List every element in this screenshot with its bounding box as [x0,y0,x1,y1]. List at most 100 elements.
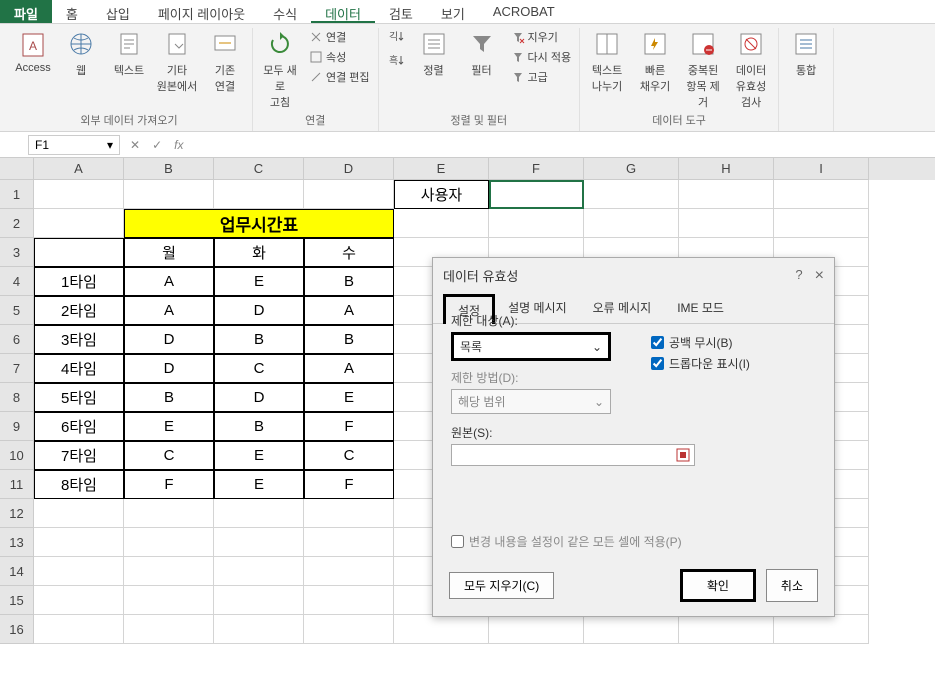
cell[interactable]: A [304,296,394,325]
cell[interactable]: 7타임 [34,441,124,470]
cell[interactable] [774,615,869,644]
cell[interactable] [304,586,394,615]
cell[interactable] [679,615,774,644]
cell-E1[interactable]: 사용자 [394,180,489,209]
cell[interactable]: E [214,441,304,470]
cell[interactable] [34,180,124,209]
cell[interactable]: D [214,383,304,412]
cell[interactable]: D [124,325,214,354]
cell[interactable]: A [124,267,214,296]
name-box[interactable]: F1▾ [28,135,120,155]
cell[interactable] [214,615,304,644]
cell[interactable]: 5타임 [34,383,124,412]
cell[interactable]: 2타임 [34,296,124,325]
row-header[interactable]: 16 [0,615,34,644]
row-header[interactable]: 12 [0,499,34,528]
cell[interactable]: E [304,383,394,412]
cell[interactable] [489,615,584,644]
fx-icon[interactable]: fx [174,138,183,152]
btn-refresh-all[interactable]: 모두 새로 고침 [259,28,301,110]
cell[interactable] [34,528,124,557]
dialog-ok-button[interactable]: 확인 [680,569,756,602]
tab-layout[interactable]: 페이지 레이아웃 [144,0,259,23]
dialog-help-button[interactable]: ? [795,267,802,285]
col-header-D[interactable]: D [304,158,394,180]
cell[interactable]: E [124,412,214,441]
btn-flash-fill[interactable]: 빠른 채우기 [634,28,676,94]
btn-reapply[interactable]: 다시 적용 [509,48,574,66]
cell[interactable]: F [304,412,394,441]
cell[interactable] [124,499,214,528]
btn-advanced[interactable]: 고급 [509,68,574,86]
cell[interactable] [584,615,679,644]
cell[interactable] [584,180,679,209]
cell[interactable]: 1타임 [34,267,124,296]
cell[interactable] [34,238,124,267]
btn-edit-links[interactable]: 연결 편집 [307,68,372,86]
cell[interactable] [489,209,584,238]
btn-sort-desc[interactable]: 흑 [385,52,407,68]
col-header-G[interactable]: G [584,158,679,180]
cell[interactable] [774,209,869,238]
tab-insert[interactable]: 삽입 [92,0,144,23]
btn-consolidate[interactable]: 통합 [785,28,827,78]
row-header[interactable]: 10 [0,441,34,470]
range-select-icon[interactable] [676,448,690,462]
col-header-E[interactable]: E [394,158,489,180]
cell-title-merged[interactable]: 업무시간표 [124,209,394,238]
btn-text2col[interactable]: 텍스트 나누기 [586,28,628,94]
dialog-clear-all-button[interactable]: 모두 지우기(C) [449,572,554,599]
tab-home[interactable]: 홈 [52,0,92,23]
cell[interactable] [214,557,304,586]
cell[interactable] [214,180,304,209]
col-header-C[interactable]: C [214,158,304,180]
col-header-H[interactable]: H [679,158,774,180]
cell[interactable]: D [124,354,214,383]
col-header-F[interactable]: F [489,158,584,180]
btn-text[interactable]: 텍스트 [108,28,150,78]
cell[interactable] [394,615,489,644]
cell[interactable] [124,557,214,586]
cell[interactable] [214,586,304,615]
row-header[interactable]: 5 [0,296,34,325]
btn-clear-filter[interactable]: 지우기 [509,28,574,46]
cancel-formula-icon[interactable]: ✕ [130,138,140,152]
cell[interactable]: 화 [214,238,304,267]
cell-F1-selected[interactable] [489,180,584,209]
dialog-ignore-blank-checkbox[interactable] [651,336,664,349]
cell[interactable] [304,499,394,528]
cell[interactable] [124,180,214,209]
tab-view[interactable]: 보기 [427,0,479,23]
btn-connections[interactable]: 연결 [307,28,372,46]
btn-remove-dup[interactable]: 중복된 항목 제거 [682,28,724,110]
btn-web[interactable]: 웹 [60,28,102,78]
btn-other[interactable]: 기타 원본에서 [156,28,198,94]
cell[interactable] [34,586,124,615]
dialog-allow-dropdown[interactable]: 목록⌄ [451,332,611,361]
cell[interactable]: 4타임 [34,354,124,383]
cell[interactable]: B [304,325,394,354]
cell[interactable]: B [304,267,394,296]
tab-data[interactable]: 데이터 [311,0,375,23]
cell[interactable] [34,557,124,586]
cell[interactable] [34,499,124,528]
cell[interactable]: B [214,325,304,354]
btn-filter[interactable]: 필터 [461,28,503,78]
cell[interactable]: B [214,412,304,441]
cell[interactable] [124,528,214,557]
cell[interactable]: 월 [124,238,214,267]
cell[interactable]: F [124,470,214,499]
row-header[interactable]: 6 [0,325,34,354]
btn-sort-asc[interactable]: 긱 [385,28,407,44]
confirm-formula-icon[interactable]: ✓ [152,138,162,152]
cell[interactable] [679,209,774,238]
col-header-B[interactable]: B [124,158,214,180]
col-header-A[interactable]: A [34,158,124,180]
cell[interactable] [214,499,304,528]
row-header[interactable]: 8 [0,383,34,412]
cell[interactable]: 6타임 [34,412,124,441]
btn-existing-conn[interactable]: 기존 연결 [204,28,246,94]
row-header[interactable]: 13 [0,528,34,557]
tab-file[interactable]: 파일 [0,0,52,23]
dialog-source-input[interactable] [451,444,695,466]
